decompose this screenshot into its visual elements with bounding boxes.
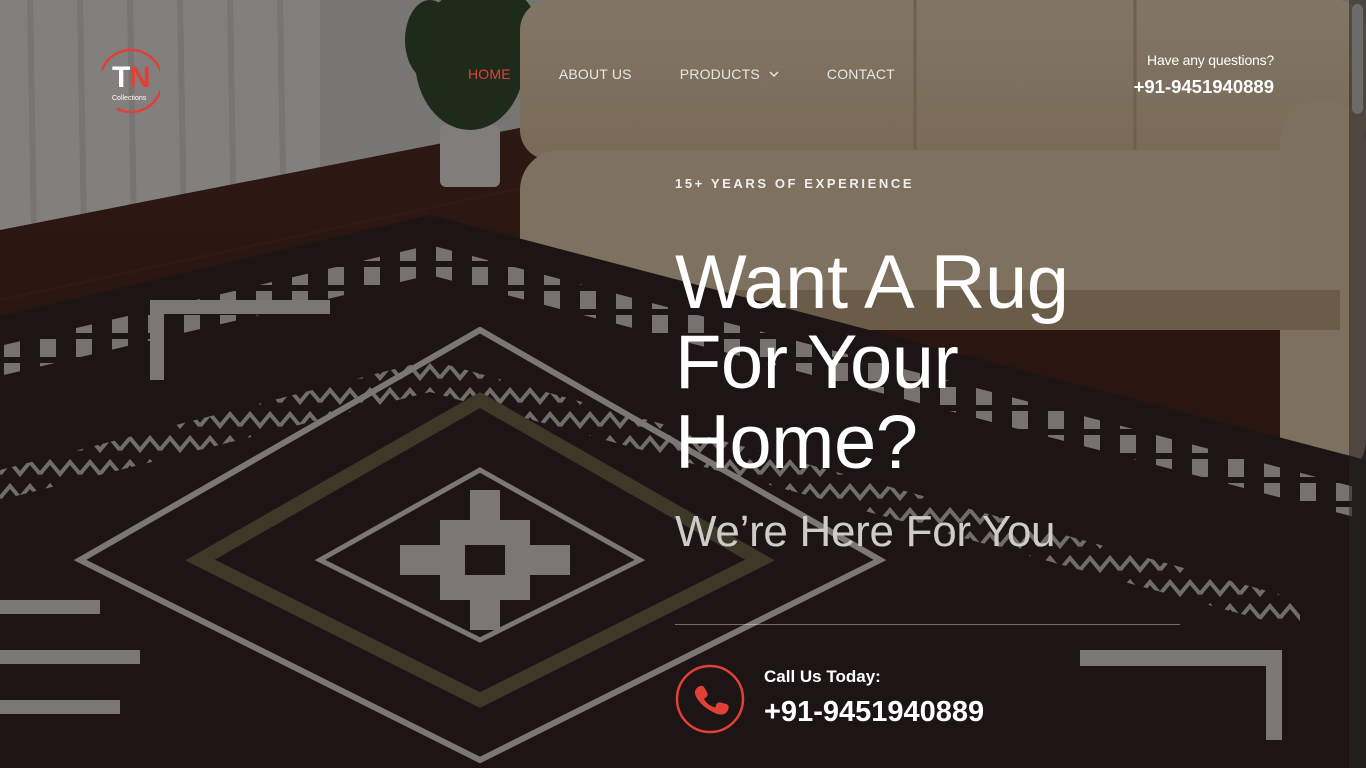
logo-letter-t: T: [112, 61, 130, 94]
nav-item-contact[interactable]: CONTACT: [827, 64, 895, 84]
nav-item-home[interactable]: HOME: [468, 64, 511, 84]
header-question: Have any questions?: [1147, 52, 1274, 68]
header-contact: Have any questions? +91-9451940889: [1134, 51, 1275, 98]
call-us-block: Call Us Today: +91-9451940889: [675, 664, 984, 734]
headline-line: Home?: [675, 400, 918, 485]
nav-item-label: HOME: [468, 66, 511, 82]
nav-item-label: CONTACT: [826, 66, 895, 82]
logo-subtext: Collections: [112, 95, 147, 102]
nav-item-label: PRODUCTS: [679, 66, 760, 82]
headline-line: Want A Rug: [675, 240, 1069, 325]
hero-headline: Want A Rug For Your Home?: [675, 243, 1180, 483]
header-phone-link[interactable]: +91-9451940889: [1134, 76, 1274, 98]
call-text: Call Us Today: +91-9451940889: [764, 664, 984, 729]
hero-content: 15+ YEARS OF EXPERIENCE Want A Rug For Y…: [675, 176, 1180, 557]
nav-item-products[interactable]: PRODUCTS: [680, 64, 779, 84]
headline-line: For Your: [675, 320, 959, 405]
brand-logo[interactable]: T N Collections: [98, 47, 164, 114]
logo-letter-n: N: [129, 61, 151, 94]
scrollbar-thumb[interactable]: [1352, 4, 1363, 114]
page-scrollbar[interactable]: [1349, 0, 1366, 768]
chevron-down-icon: [769, 71, 779, 77]
hero-divider: [675, 624, 1180, 625]
phone-icon[interactable]: [675, 664, 745, 734]
nav-item-label: ABOUT US: [558, 66, 632, 82]
hero-subheadline: We’re Here For You: [675, 507, 1056, 556]
call-label: Call Us Today:: [764, 667, 881, 686]
main-nav: HOME ABOUT US PRODUCTS CONTACT: [468, 64, 943, 84]
nav-item-about-us[interactable]: ABOUT US: [559, 64, 632, 84]
call-phone-link[interactable]: +91-9451940889: [764, 695, 984, 729]
hero-eyebrow: 15+ YEARS OF EXPERIENCE: [675, 176, 915, 191]
